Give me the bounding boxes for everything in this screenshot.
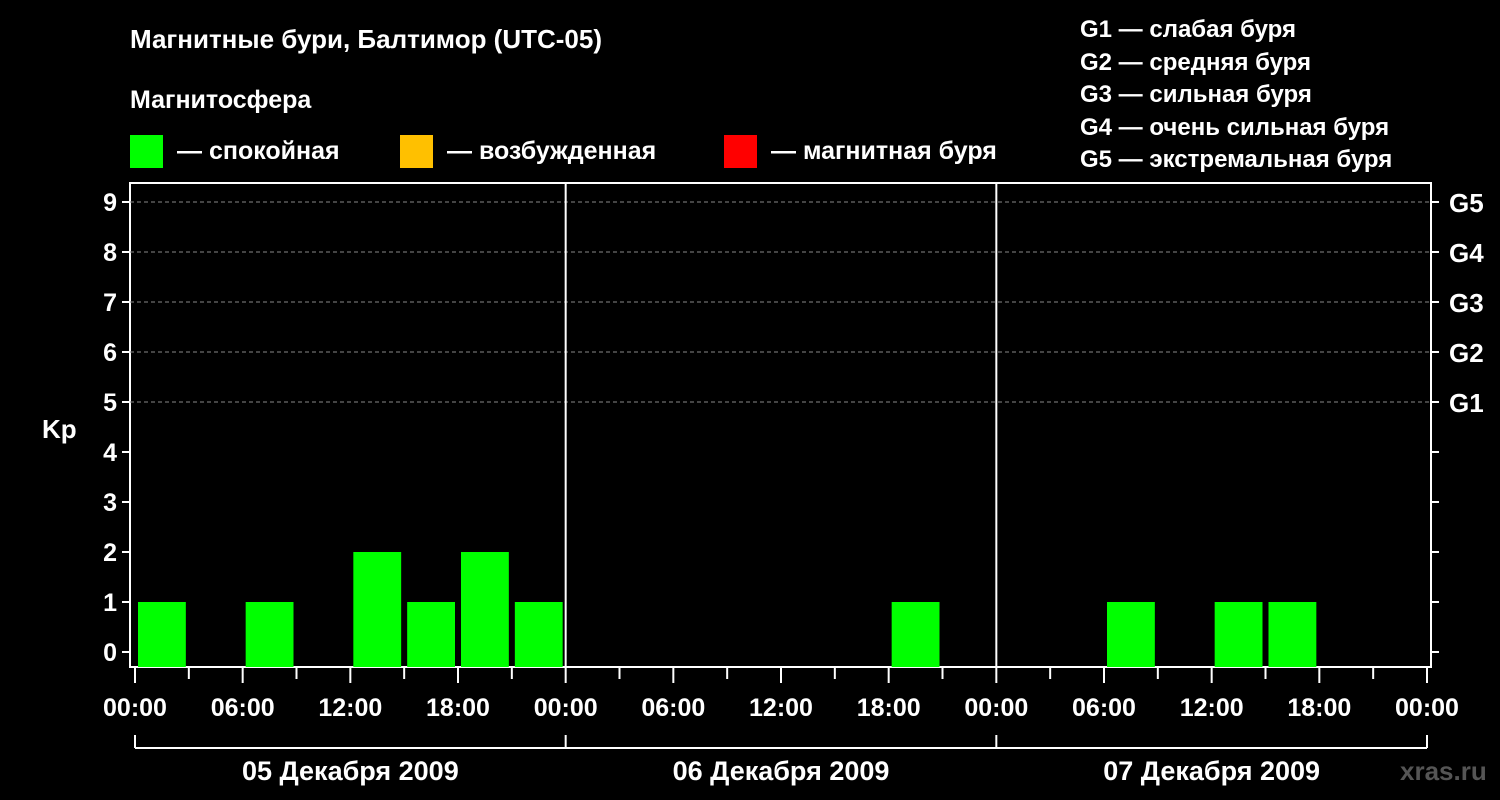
g-level-label: G3 <box>1449 288 1484 318</box>
day-label: 06 Декабря 2009 <box>673 756 890 786</box>
y-tick-label: 6 <box>103 339 117 367</box>
kp-bar <box>407 602 455 667</box>
y-tick-label: 5 <box>103 389 117 417</box>
g-level-label: G1 <box>1449 388 1484 418</box>
y-axis-label: Kp <box>42 414 77 444</box>
x-tick-label: 12:00 <box>749 694 813 722</box>
x-tick-label: 00:00 <box>534 694 598 722</box>
kp-bar <box>138 602 186 667</box>
x-tick-label: 00:00 <box>1395 694 1459 722</box>
x-tick-label: 12:00 <box>1180 694 1244 722</box>
kp-bar <box>1268 602 1317 667</box>
kp-bar <box>353 552 402 667</box>
y-tick-label: 8 <box>103 239 117 267</box>
x-tick-label: 12:00 <box>318 694 382 722</box>
x-tick-label: 00:00 <box>964 694 1028 722</box>
g-level-label: G4 <box>1449 238 1484 268</box>
x-tick-label: 06:00 <box>211 694 275 722</box>
x-tick-label: 06:00 <box>1072 694 1136 722</box>
g-level-label: G2 <box>1449 338 1484 368</box>
y-tick-label: 7 <box>103 289 117 317</box>
kp-bar <box>245 602 294 667</box>
x-tick-label: 00:00 <box>103 694 167 722</box>
kp-bar <box>1214 602 1263 667</box>
day-label: 05 Декабря 2009 <box>242 756 459 786</box>
y-tick-label: 3 <box>103 489 117 517</box>
kp-bar <box>1107 602 1155 667</box>
y-tick-label: 9 <box>103 189 117 217</box>
y-tick-label: 0 <box>103 639 117 667</box>
kp-bar <box>891 602 940 667</box>
g-level-label: G5 <box>1449 188 1484 218</box>
y-tick-label: 1 <box>103 589 117 617</box>
x-tick-label: 18:00 <box>857 694 921 722</box>
kp-bar-chart: 0 1 2 3 4 5 6 7 8 9 Kp G1 G2 G3 G4 G5 00:00 06:00 12:00 18:… <box>42 182 1484 786</box>
y-tick-label: 2 <box>103 539 117 567</box>
kp-bar <box>461 552 509 667</box>
day-label: 07 Декабря 2009 <box>1103 756 1320 786</box>
watermark: xras.ru <box>1400 756 1487 786</box>
x-tick-label: 06:00 <box>641 694 705 722</box>
plot-frame <box>129 182 1432 668</box>
kp-bar <box>514 602 563 667</box>
x-tick-label: 18:00 <box>1287 694 1351 722</box>
y-tick-label: 4 <box>103 439 117 467</box>
x-tick-label: 18:00 <box>426 694 490 722</box>
